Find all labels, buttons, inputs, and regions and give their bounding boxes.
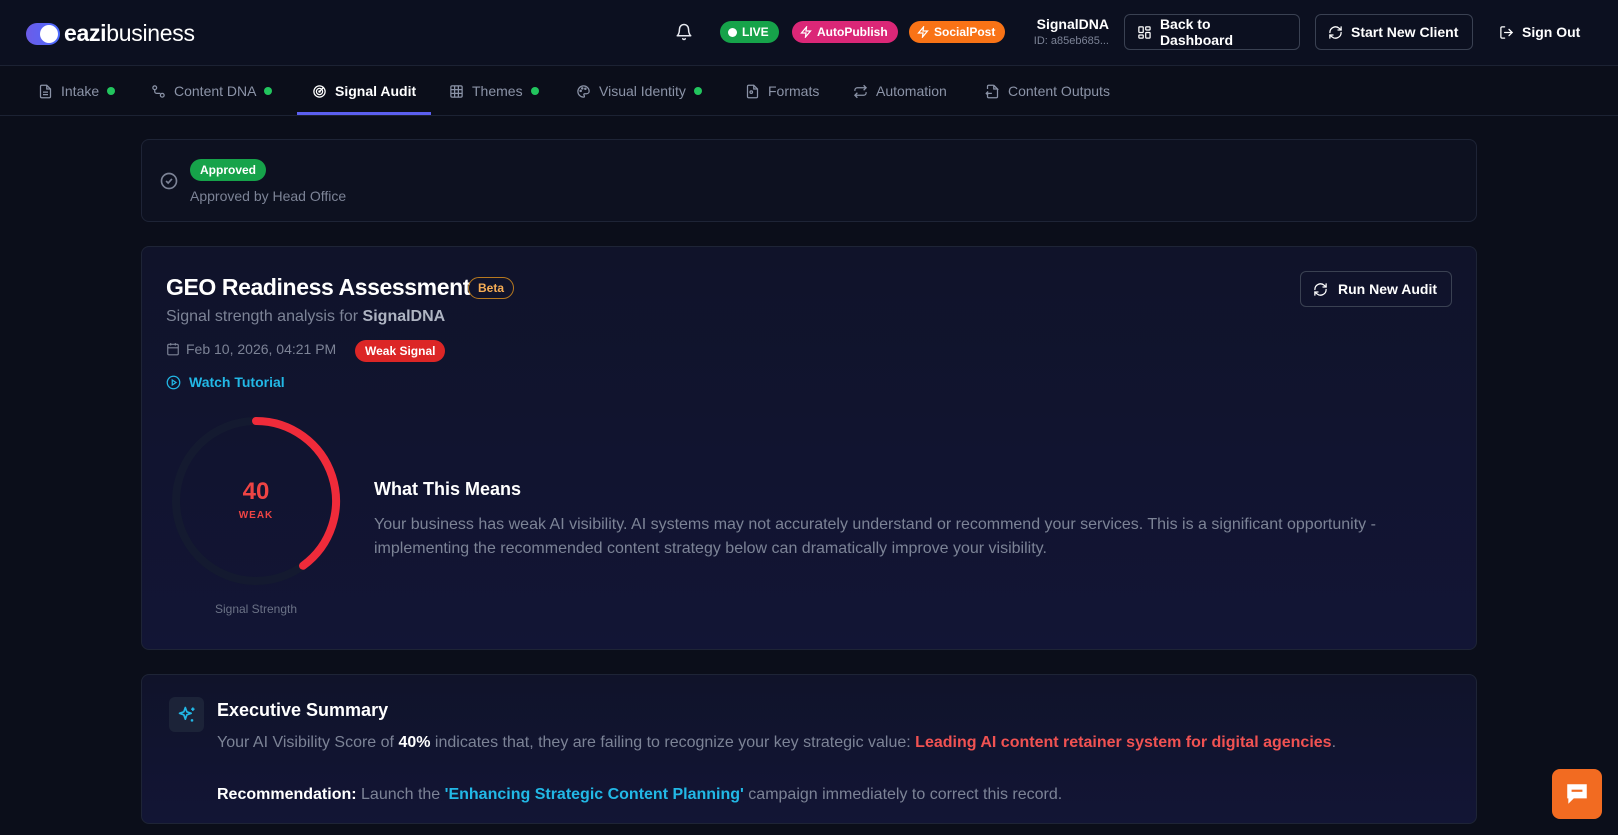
live-dot-icon bbox=[728, 27, 737, 37]
radar-icon bbox=[313, 84, 326, 98]
step-tabs: Intake Content DNA Signal Audit Themes V… bbox=[0, 67, 1618, 116]
approved-badge: Approved bbox=[190, 159, 267, 181]
complete-dot-icon bbox=[530, 87, 539, 95]
calendar-icon bbox=[167, 343, 179, 356]
approved-by-text: Approved by Head Office bbox=[190, 188, 347, 204]
page-title: GEO Readiness Assessment bbox=[166, 274, 471, 300]
lightning-icon bbox=[800, 26, 812, 38]
tab-content-outputs[interactable]: Content Outputs bbox=[985, 67, 1110, 115]
check-circle-icon bbox=[160, 172, 178, 190]
tab-visual-identity[interactable]: Visual Identity bbox=[576, 67, 702, 115]
logout-icon bbox=[1500, 25, 1514, 39]
tab-intake[interactable]: Intake bbox=[38, 67, 116, 115]
refresh-icon bbox=[1329, 25, 1342, 39]
start-new-client-button[interactable]: Start New Client bbox=[1315, 14, 1473, 50]
tab-signal-audit[interactable]: Signal Audit bbox=[312, 67, 416, 115]
run-new-audit-button[interactable]: Run New Audit bbox=[1300, 271, 1452, 307]
tab-content-dna[interactable]: Content DNA bbox=[151, 67, 273, 115]
complete-dot-icon bbox=[107, 87, 116, 95]
client-info: SignalDNA ID: a85eb685... bbox=[1021, 16, 1109, 47]
chat-icon bbox=[1567, 784, 1587, 804]
executive-summary-card: Executive Summary Your AI Visibility Sco… bbox=[141, 674, 1477, 824]
file-image-icon bbox=[746, 84, 759, 98]
bell-icon[interactable] bbox=[675, 22, 693, 42]
logo-text-light: business bbox=[106, 20, 195, 46]
lightning-icon bbox=[917, 26, 929, 38]
score-label: WEAK bbox=[238, 510, 274, 521]
gauge-caption: Signal Strength bbox=[214, 602, 298, 616]
repeat-icon bbox=[853, 84, 868, 98]
brand-logo[interactable]: eazibusiness bbox=[26, 20, 195, 47]
tab-formats[interactable]: Formats bbox=[745, 67, 819, 115]
table-icon bbox=[450, 84, 463, 98]
autopublish-badge: AutoPublish bbox=[792, 21, 898, 43]
executive-summary-text: Your AI Visibility Score of 40% indicate… bbox=[217, 734, 1337, 751]
live-badge: LIVE bbox=[720, 21, 779, 43]
client-id: ID: a85eb685... bbox=[1033, 35, 1109, 47]
sign-out-button[interactable]: Sign Out bbox=[1487, 14, 1602, 50]
approval-card: Approved Approved by Head Office bbox=[141, 139, 1477, 222]
palette-icon bbox=[577, 84, 590, 98]
what-this-means-title: What This Means bbox=[374, 479, 522, 499]
client-name: SignalDNA bbox=[1036, 16, 1109, 32]
geo-readiness-card: GEO Readiness Assessment Beta Signal str… bbox=[141, 246, 1477, 650]
complete-dot-icon bbox=[264, 87, 273, 95]
back-to-dashboard-button[interactable]: Back to Dashboard bbox=[1124, 14, 1300, 50]
recommendation-text: Recommendation: Launch the 'Enhancing St… bbox=[217, 786, 1063, 803]
watch-tutorial-link[interactable]: Watch Tutorial bbox=[166, 374, 285, 390]
beta-badge: Beta bbox=[468, 277, 515, 299]
socialpost-badge: SocialPost bbox=[909, 21, 1006, 43]
sparkles-icon bbox=[169, 697, 204, 732]
executive-summary-title: Executive Summary bbox=[217, 700, 389, 720]
file-output-icon bbox=[985, 84, 1000, 98]
score-value: 40 bbox=[242, 478, 270, 505]
tab-automation[interactable]: Automation bbox=[853, 67, 947, 115]
chat-button[interactable] bbox=[1552, 769, 1602, 819]
geo-subtitle: Signal strength analysis for SignalDNA bbox=[166, 308, 446, 325]
top-bar: eazibusiness LIVE AutoPublish SocialPost… bbox=[0, 0, 1618, 66]
active-tab-indicator bbox=[297, 112, 431, 115]
dna-icon bbox=[152, 84, 165, 98]
document-icon bbox=[39, 84, 52, 98]
refresh-icon bbox=[1314, 282, 1327, 296]
what-this-means-body: Your business has weak AI visibility. AI… bbox=[374, 516, 1376, 557]
logo-toggle-icon bbox=[26, 22, 60, 45]
logo-text-bold: eazi bbox=[64, 20, 107, 46]
grid-icon bbox=[1138, 25, 1151, 39]
play-circle-icon bbox=[166, 375, 181, 389]
audit-date: Feb 10, 2026, 04:21 PM bbox=[166, 341, 336, 357]
weak-signal-badge: Weak Signal bbox=[355, 340, 446, 362]
tab-themes[interactable]: Themes bbox=[449, 67, 539, 115]
complete-dot-icon bbox=[693, 87, 702, 95]
